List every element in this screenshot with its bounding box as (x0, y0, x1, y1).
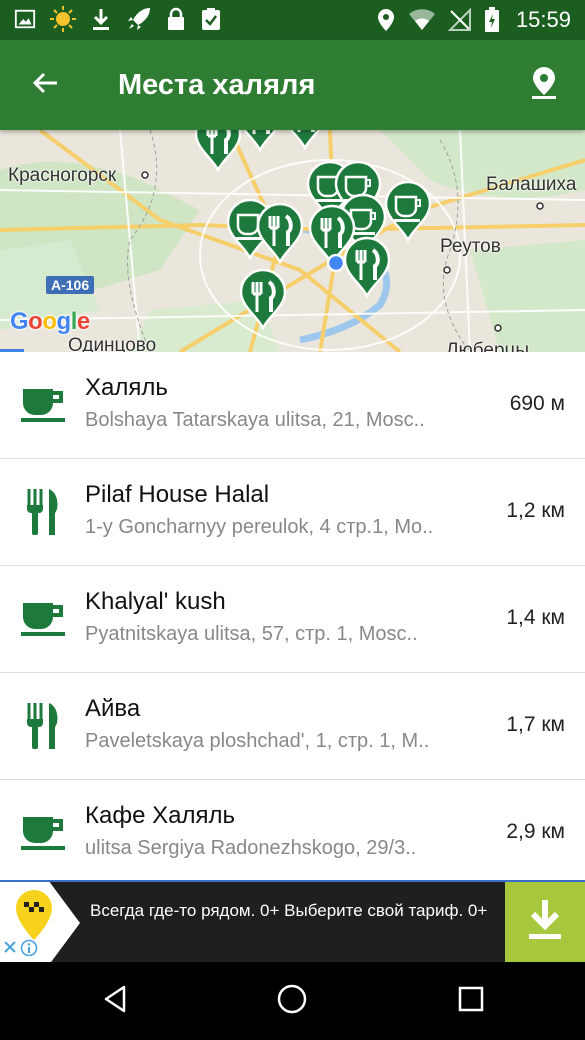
cafe-cup-icon (18, 808, 68, 858)
place-distance: 1,2 км (506, 499, 565, 522)
map-view[interactable]: Красногорск Балашиха Реутов Одинцово Люб… (0, 130, 585, 352)
marker-restaurant (283, 130, 327, 148)
nav-home-button[interactable] (269, 978, 315, 1024)
nav-back-button[interactable] (92, 978, 138, 1024)
marker-restaurant (241, 270, 285, 328)
battery-charging-icon (484, 7, 500, 33)
list-item[interactable]: Айва Paveletskaya ploshchad', 1, стр. 1,… (0, 673, 585, 780)
place-name: Khalyal' kush (85, 588, 226, 615)
ad-banner[interactable]: Всегда где-то рядом. 0+ Выберите свой та… (0, 880, 585, 964)
status-clock: 15:59 (515, 7, 571, 32)
show-on-map-button[interactable] (521, 62, 567, 108)
page-title: Места халяля (118, 69, 316, 101)
recents-square-icon (457, 985, 485, 1018)
my-location-dot (326, 253, 346, 273)
place-name: Айва (85, 695, 141, 722)
map-pin-icon (530, 66, 558, 105)
system-nav-bar (0, 962, 585, 1040)
image-icon (14, 8, 36, 30)
marker-restaurant (345, 238, 389, 296)
cafe-cup-icon (18, 594, 68, 644)
ad-download-button[interactable] (505, 882, 585, 962)
ad-controls (2, 939, 38, 962)
marker-restaurant (258, 204, 302, 262)
list-item[interactable]: Khalyal' kush Pyatnitskaya ulitsa, 57, с… (0, 566, 585, 673)
ad-text: Всегда где-то рядом. 0+ Выберите свой та… (90, 901, 488, 920)
places-list: Халяль Bolshaya Tatarskaya ulitsa, 21, M… (0, 352, 585, 887)
wifi-icon (408, 8, 436, 32)
place-address: Pyatnitskaya ulitsa, 57, стр. 1, Mosc.. (85, 623, 418, 645)
location-icon (376, 8, 396, 32)
sun-icon (50, 6, 76, 32)
nav-recents-button[interactable] (448, 978, 494, 1024)
list-item[interactable]: Кафе Халяль ulitsa Sergiya Radonezhskogo… (0, 780, 585, 887)
place-address: 1-y Goncharnyy pereulok, 4 стр.1, Mo.. (85, 516, 434, 538)
close-icon[interactable] (2, 939, 18, 962)
place-distance: 690 м (509, 392, 565, 415)
place-distance: 2,9 км (506, 820, 565, 843)
rocket-icon (126, 6, 152, 32)
place-distance: 1,4 км (506, 606, 565, 629)
marker-restaurant (238, 130, 282, 150)
no-signal-icon (447, 8, 472, 32)
restaurant-icon (18, 701, 68, 751)
arrow-back-icon (30, 68, 60, 103)
cafe-cup-icon (18, 380, 68, 430)
map-markers (0, 130, 585, 352)
clipboard-check-icon (200, 7, 222, 31)
back-button[interactable] (22, 62, 68, 108)
place-address: Bolshaya Tatarskaya ulitsa, 21, Mosc.. (85, 409, 425, 431)
place-address: ulitsa Sergiya Radonezhskogo, 29/3.. (85, 837, 417, 859)
status-bar: 15:59 (0, 0, 585, 40)
list-item[interactable]: Халяль Bolshaya Tatarskaya ulitsa, 21, M… (0, 352, 585, 459)
home-circle-icon (276, 983, 308, 1020)
place-name: Халяль (85, 374, 168, 401)
download-icon (525, 898, 565, 947)
place-name: Pilaf House Halal (85, 481, 270, 508)
place-address: Paveletskaya ploshchad', 1, стр. 1, M.. (85, 730, 430, 752)
lock-icon (166, 7, 186, 31)
download-icon (90, 7, 112, 31)
place-name: Кафе Халяль (85, 802, 235, 829)
list-item[interactable]: Pilaf House Halal 1-y Goncharnyy pereulo… (0, 459, 585, 566)
back-triangle-icon (100, 984, 130, 1019)
marker-restaurant (196, 130, 240, 170)
app-bar: Места халяля (0, 40, 585, 130)
info-icon[interactable] (20, 939, 38, 962)
restaurant-icon (18, 487, 68, 537)
marker-cafe (386, 182, 430, 240)
place-distance: 1,7 км (506, 713, 565, 736)
